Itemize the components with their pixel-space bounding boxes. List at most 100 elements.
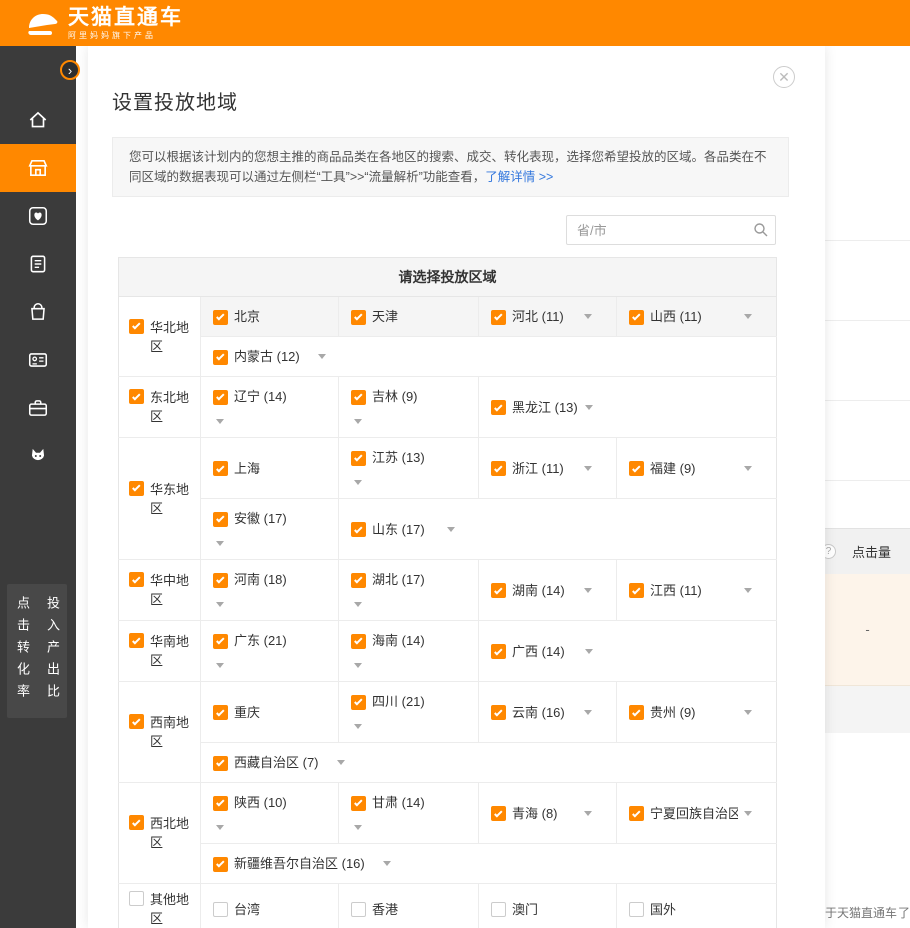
chevron-down-icon[interactable] xyxy=(337,760,345,765)
checkbox-checked[interactable] xyxy=(491,806,506,821)
province-cell[interactable]: 西藏自治区 (7) xyxy=(201,743,777,783)
province-cell[interactable]: 江西 (11) xyxy=(617,560,777,621)
region-cell[interactable]: 东北地区 xyxy=(119,377,201,438)
province-cell[interactable]: 辽宁 (14) xyxy=(201,377,339,438)
checkbox-checked[interactable] xyxy=(351,796,366,811)
checkbox-checked[interactable] xyxy=(491,644,506,659)
province-cell[interactable]: 内蒙古 (12) xyxy=(201,337,777,377)
region-cell[interactable]: 西南地区 xyxy=(119,682,201,783)
chevron-down-icon[interactable] xyxy=(354,602,362,607)
chevron-down-icon[interactable] xyxy=(584,588,592,593)
sidebar-item-tools[interactable] xyxy=(0,384,76,432)
chevron-down-icon[interactable] xyxy=(354,825,362,830)
chevron-down-icon[interactable] xyxy=(216,825,224,830)
checkbox-unchecked[interactable] xyxy=(351,902,366,917)
checkbox-checked[interactable] xyxy=(351,695,366,710)
checkbox-checked[interactable] xyxy=(213,390,228,405)
region-cell[interactable]: 西北地区 xyxy=(119,783,201,884)
search-input[interactable] xyxy=(566,215,776,245)
sidebar-item-reports[interactable] xyxy=(0,240,76,288)
province-cell[interactable]: 浙江 (11) xyxy=(479,438,617,499)
province-cell[interactable]: 重庆 xyxy=(201,682,339,743)
chevron-down-icon[interactable] xyxy=(354,480,362,485)
checkbox-unchecked[interactable] xyxy=(629,902,644,917)
province-cell[interactable]: 上海 xyxy=(201,438,339,499)
province-cell[interactable]: 陕西 (10) xyxy=(201,783,339,844)
checkbox-checked[interactable] xyxy=(213,573,228,588)
region-cell[interactable]: 其他地区 xyxy=(119,884,201,928)
chevron-down-icon[interactable] xyxy=(216,541,224,546)
checkbox-checked[interactable] xyxy=(629,310,644,325)
checkbox-checked[interactable] xyxy=(213,705,228,720)
province-cell[interactable]: 河南 (18) xyxy=(201,560,339,621)
province-cell[interactable]: 国外 xyxy=(617,884,777,928)
chevron-down-icon[interactable] xyxy=(744,811,752,816)
checkbox-checked[interactable] xyxy=(129,815,144,830)
checkbox-unchecked[interactable] xyxy=(213,902,228,917)
checkbox-checked[interactable] xyxy=(213,796,228,811)
chevron-down-icon[interactable] xyxy=(584,710,592,715)
sidebar-item-campaign[interactable] xyxy=(0,144,76,192)
province-cell[interactable]: 广西 (14) xyxy=(479,621,617,682)
chevron-down-icon[interactable] xyxy=(744,588,752,593)
search-icon[interactable] xyxy=(753,222,769,238)
chevron-down-icon[interactable] xyxy=(585,649,593,654)
checkbox-checked[interactable] xyxy=(351,634,366,649)
chevron-down-icon[interactable] xyxy=(383,861,391,866)
chevron-down-icon[interactable] xyxy=(584,811,592,816)
province-cell[interactable]: 新疆维吾尔自治区 (16) xyxy=(201,844,777,884)
province-cell[interactable]: 黑龙江 (13) xyxy=(479,377,617,438)
province-cell[interactable]: 江苏 (13) xyxy=(339,438,479,499)
sidebar-collapse-button[interactable]: › xyxy=(60,60,80,80)
checkbox-checked[interactable] xyxy=(351,451,366,466)
checkbox-checked[interactable] xyxy=(629,461,644,476)
province-cell[interactable]: 湖北 (17) xyxy=(339,560,479,621)
checkbox-checked[interactable] xyxy=(213,350,228,365)
chevron-down-icon[interactable] xyxy=(216,419,224,424)
checkbox-checked[interactable] xyxy=(351,310,366,325)
checkbox-checked[interactable] xyxy=(213,857,228,872)
province-cell[interactable]: 天津 xyxy=(339,297,479,337)
sidebar-item-favorites[interactable] xyxy=(0,192,76,240)
province-cell[interactable]: 广东 (21) xyxy=(201,621,339,682)
sidebar-item-home[interactable] xyxy=(0,96,76,144)
checkbox-unchecked[interactable] xyxy=(129,891,144,906)
province-cell[interactable]: 湖南 (14) xyxy=(479,560,617,621)
province-cell[interactable]: 海南 (14) xyxy=(339,621,479,682)
sidebar-item-account[interactable] xyxy=(0,336,76,384)
chevron-down-icon[interactable] xyxy=(354,724,362,729)
province-cell[interactable]: 山东 (17) xyxy=(339,499,479,560)
checkbox-checked[interactable] xyxy=(213,512,228,527)
checkbox-checked[interactable] xyxy=(491,583,506,598)
checkbox-checked[interactable] xyxy=(491,705,506,720)
sidebar-item-tmall[interactable] xyxy=(0,432,76,480)
chevron-down-icon[interactable] xyxy=(584,314,592,319)
app-logo[interactable]: 天猫直通车 阿里妈妈旗下产品 xyxy=(26,7,183,41)
checkbox-checked[interactable] xyxy=(351,522,366,537)
chevron-down-icon[interactable] xyxy=(216,663,224,668)
checkbox-checked[interactable] xyxy=(491,461,506,476)
province-cell[interactable]: 四川 (21) xyxy=(339,682,479,743)
checkbox-checked[interactable] xyxy=(129,572,144,587)
chevron-down-icon[interactable] xyxy=(744,710,752,715)
chevron-down-icon[interactable] xyxy=(585,405,593,410)
checkbox-checked[interactable] xyxy=(491,400,506,415)
checkbox-checked[interactable] xyxy=(213,461,228,476)
chevron-down-icon[interactable] xyxy=(216,602,224,607)
checkbox-checked[interactable] xyxy=(491,310,506,325)
chevron-down-icon[interactable] xyxy=(744,314,752,319)
checkbox-checked[interactable] xyxy=(213,310,228,325)
checkbox-checked[interactable] xyxy=(629,705,644,720)
checkbox-checked[interactable] xyxy=(129,633,144,648)
checkbox-checked[interactable] xyxy=(129,481,144,496)
checkbox-checked[interactable] xyxy=(213,634,228,649)
province-cell[interactable]: 甘肃 (14) xyxy=(339,783,479,844)
footer-text-fragment-right[interactable]: 了 xyxy=(898,904,910,921)
province-cell[interactable]: 山西 (11) xyxy=(617,297,777,337)
checkbox-unchecked[interactable] xyxy=(491,902,506,917)
checkbox-checked[interactable] xyxy=(129,389,144,404)
province-cell[interactable]: 青海 (8) xyxy=(479,783,617,844)
chevron-down-icon[interactable] xyxy=(447,527,455,532)
chevron-down-icon[interactable] xyxy=(744,466,752,471)
chevron-down-icon[interactable] xyxy=(354,663,362,668)
